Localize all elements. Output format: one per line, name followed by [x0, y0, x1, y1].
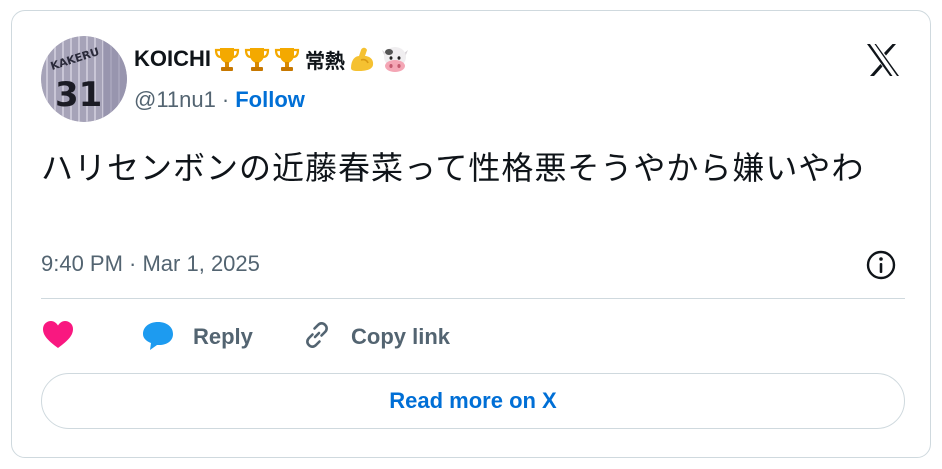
- link-icon: [301, 319, 333, 355]
- copy-link-button[interactable]: Copy link: [301, 319, 450, 355]
- trophy-emoji-icon: [243, 45, 273, 73]
- reply-label: Reply: [193, 324, 253, 349]
- author-display-name: KOICHI: [134, 46, 211, 71]
- info-icon[interactable]: [864, 248, 898, 282]
- separator-dot: ·: [221, 87, 230, 112]
- divider: [41, 298, 905, 299]
- trophy-emoji-icon: [273, 45, 303, 73]
- author-name-row[interactable]: KOICHI 常熱: [134, 41, 413, 77]
- avatar-jersey-number: 31: [55, 75, 102, 115]
- heart-icon: [41, 319, 75, 355]
- author-name-suffix: 常熱: [305, 48, 345, 73]
- copy-link-label: Copy link: [351, 324, 451, 349]
- tweet-text: ハリセンボンの近藤春菜って性格悪そうやから嫌いやわ: [41, 149, 865, 187]
- like-button[interactable]: [41, 319, 141, 355]
- reply-button[interactable]: Reply: [141, 319, 301, 355]
- author-handle[interactable]: @11nu1: [134, 87, 216, 113]
- action-bar: Reply Copy link: [41, 317, 450, 357]
- read-more-button[interactable]: Read more on X: [41, 373, 905, 429]
- tweet-timestamp[interactable]: 9:40 PM · Mar 1, 2025: [41, 248, 260, 280]
- x-logo-icon[interactable]: [863, 40, 903, 80]
- cow-face-emoji-icon: [379, 44, 413, 74]
- follow-link[interactable]: Follow: [235, 87, 305, 113]
- avatar[interactable]: KAKERU 31: [41, 36, 127, 122]
- speech-bubble-icon: [141, 319, 175, 355]
- trophy-emoji-icon: [213, 45, 243, 73]
- tweet-embed-card: KAKERU 31 KOICHI 常熱 @11nu1 · Follow ハリセン…: [11, 10, 931, 458]
- author-handle-row: @11nu1 · Follow: [134, 83, 305, 117]
- flexed-biceps-emoji-icon: [347, 44, 379, 74]
